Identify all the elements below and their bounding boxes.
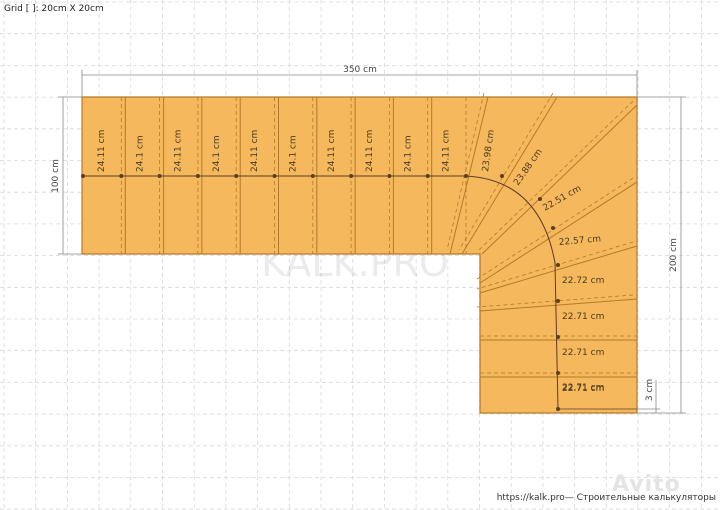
tread-label: 24.11 cm [442, 130, 452, 172]
tread-label: 22.71 cm [562, 383, 604, 393]
dimension-label: 100 cm [51, 159, 61, 193]
walk-point [556, 371, 560, 375]
walk-point [157, 174, 162, 178]
walk-point [272, 174, 277, 178]
tread-label: 24.11 cm [250, 130, 260, 172]
walk-point [425, 174, 430, 178]
tread-label: 24.11 cm [327, 130, 337, 172]
stair-drawing: KALK.PRO 24.11 cm 24.1 cm 24.11 cm 24.1 cm 2… [0, 0, 720, 510]
dimension-label: 3 cm [645, 379, 655, 401]
walk-point [464, 174, 468, 178]
stair [81, 92, 638, 414]
tread-label: 24.1 cm [135, 135, 145, 172]
walk-point [500, 174, 504, 178]
tread-label: 22.72 cm [562, 276, 604, 286]
walk-point [556, 299, 560, 303]
walk-point [556, 263, 560, 267]
tread-label: 24.11 cm [97, 130, 107, 172]
tread-label: 24.1 cm [212, 135, 222, 172]
footer-link[interactable]: https://kalk.pro— Строительные калькулят… [497, 493, 716, 503]
walk-point [538, 197, 542, 201]
walk-point [387, 174, 392, 178]
tread-label: 22.71 cm [562, 312, 604, 322]
walk-point [119, 174, 124, 178]
walk-point [195, 174, 200, 178]
tread-label: 24.11 cm [365, 130, 375, 172]
walk-point [556, 335, 560, 339]
walk-point [81, 174, 85, 178]
tread-label: 22.71 cm [562, 348, 604, 358]
tread-label: 24.11 cm [174, 130, 184, 172]
walk-point [234, 174, 239, 178]
dimension-label: 350 cm [343, 65, 377, 75]
walk-point [556, 407, 560, 411]
walk-point [349, 174, 354, 178]
dimension-label: 200 cm [669, 238, 679, 272]
tread-label: 24.1 cm [403, 135, 413, 172]
walk-point [551, 226, 555, 230]
tread-label: 24.1 cm [289, 135, 299, 172]
walk-point [310, 174, 315, 178]
